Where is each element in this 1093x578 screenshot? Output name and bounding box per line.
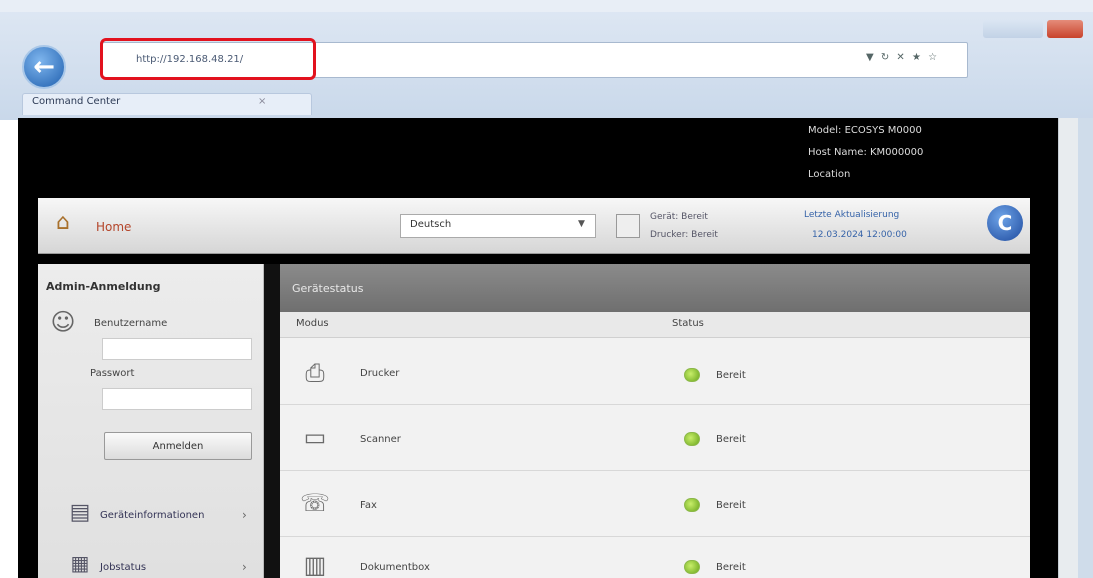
window-frame-right	[1078, 118, 1093, 578]
table-row-label[interactable]: Drucker	[360, 368, 399, 379]
row-divider	[280, 470, 1030, 471]
password-input[interactable]	[102, 388, 252, 410]
header-location: Location	[808, 169, 851, 180]
table-row-label[interactable]: Dokumentbox	[360, 562, 430, 573]
row-divider	[280, 536, 1030, 537]
device-info-link[interactable]: Geräteinformationen	[100, 510, 204, 521]
printer-icon: ⎙	[305, 359, 325, 387]
vertical-scrollbar[interactable]	[1058, 118, 1078, 578]
home-icon[interactable]: ⌂	[48, 208, 78, 236]
chevron-right-icon[interactable]: ›	[242, 508, 247, 522]
address-tools[interactable]: ▼ ↻ ✕ ★ ☆	[866, 52, 939, 63]
table-row-label[interactable]: Scanner	[360, 434, 401, 445]
device-status-icon	[616, 214, 640, 238]
login-button[interactable]: Anmelden	[104, 432, 252, 460]
column-header-mode: Modus	[296, 318, 329, 329]
device-info-icon[interactable]: ▤	[64, 494, 96, 530]
address-highlight-box	[100, 38, 316, 80]
back-button[interactable]: ←	[22, 45, 66, 89]
home-link[interactable]: Home	[96, 220, 131, 234]
status-ok-indicator	[684, 560, 700, 574]
last-update-label: Letzte Aktualisierung	[804, 210, 900, 220]
panel-header	[280, 264, 1030, 312]
status-ok-indicator	[684, 498, 700, 512]
window-controls[interactable]	[983, 20, 1043, 38]
chevron-down-icon[interactable]: ▼	[578, 219, 585, 229]
row-divider	[280, 404, 1030, 405]
last-update-time: 12.03.2024 12:00:00	[812, 230, 907, 240]
user-icon: ☺	[50, 308, 76, 336]
panel-title: Gerätestatus	[292, 282, 364, 295]
panel-separator	[264, 264, 280, 578]
table-row-status: Bereit	[716, 370, 746, 381]
job-status-icon[interactable]: ▦	[64, 548, 96, 578]
document-box-icon: ▥	[303, 551, 327, 578]
column-header-status: Status	[672, 318, 704, 329]
chevron-right-icon[interactable]: ›	[242, 560, 247, 574]
back-arrow-icon: ←	[33, 52, 55, 82]
table-row-status: Bereit	[716, 434, 746, 445]
status-ok-indicator	[684, 432, 700, 446]
status-ok-indicator	[684, 368, 700, 382]
device-status-text: Gerät: Bereit	[650, 212, 708, 222]
username-label: Benutzername	[94, 318, 168, 329]
username-input[interactable]	[102, 338, 252, 360]
login-title: Admin-Anmeldung	[46, 280, 161, 293]
table-row-status: Bereit	[716, 500, 746, 511]
fax-icon: ☏	[299, 489, 330, 517]
table-row-status: Bereit	[716, 562, 746, 573]
header-model: Model: ECOSYS M0000	[808, 125, 922, 136]
window-title-bar	[0, 0, 1093, 12]
window-close-button[interactable]	[1047, 20, 1083, 38]
table-row-label[interactable]: Fax	[360, 500, 377, 511]
job-status-link[interactable]: Jobstatus	[100, 562, 146, 573]
table-header	[280, 312, 1030, 338]
tab-label[interactable]: Command Center	[32, 96, 120, 107]
password-label: Passwort	[90, 368, 135, 379]
printer-status-text: Drucker: Bereit	[650, 230, 718, 240]
header-host: Host Name: KM000000	[808, 147, 924, 158]
refresh-icon[interactable]: C	[987, 205, 1023, 241]
language-value[interactable]: Deutsch	[410, 219, 451, 230]
scanner-icon: ▭	[303, 423, 327, 451]
tab-close-icon[interactable]: ×	[258, 96, 266, 107]
